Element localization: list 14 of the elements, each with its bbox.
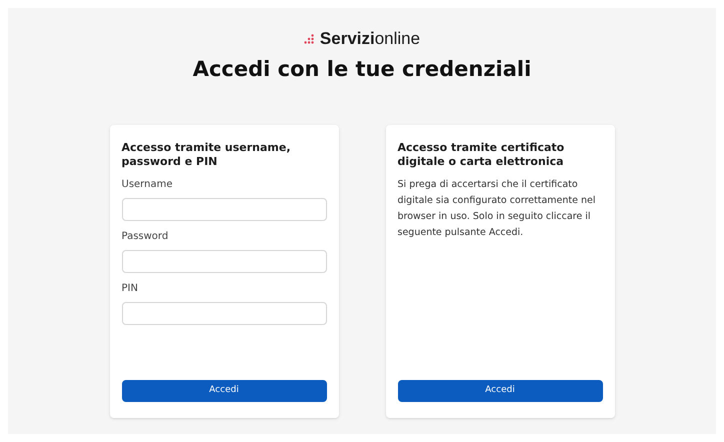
card-heading: Accesso tramite username, password e PIN bbox=[122, 141, 292, 169]
page-title: Accedi con le tue credenziali bbox=[192, 56, 532, 82]
card-heading: Accesso tramite certificato digitale o carta elettronica bbox=[398, 141, 566, 169]
logo-text: Servizionline bbox=[320, 28, 420, 50]
input-field[interactable] bbox=[122, 198, 326, 221]
login-button[interactable]: Accedi bbox=[398, 380, 602, 402]
logo-dots-icon bbox=[304, 34, 316, 44]
field-label: PIN bbox=[122, 282, 139, 296]
field-label: Username bbox=[122, 178, 174, 192]
login-button[interactable]: Accedi bbox=[122, 380, 326, 402]
input-field[interactable] bbox=[122, 250, 326, 273]
info-text: Si prega di accertarsi che il certificato digitale sia configurato correttamente nel browser in uso. Solo in seguito cliccare il seguente pulsante Accedi. bbox=[398, 178, 596, 240]
field-label: Password bbox=[122, 230, 170, 244]
input-field[interactable] bbox=[122, 302, 326, 325]
